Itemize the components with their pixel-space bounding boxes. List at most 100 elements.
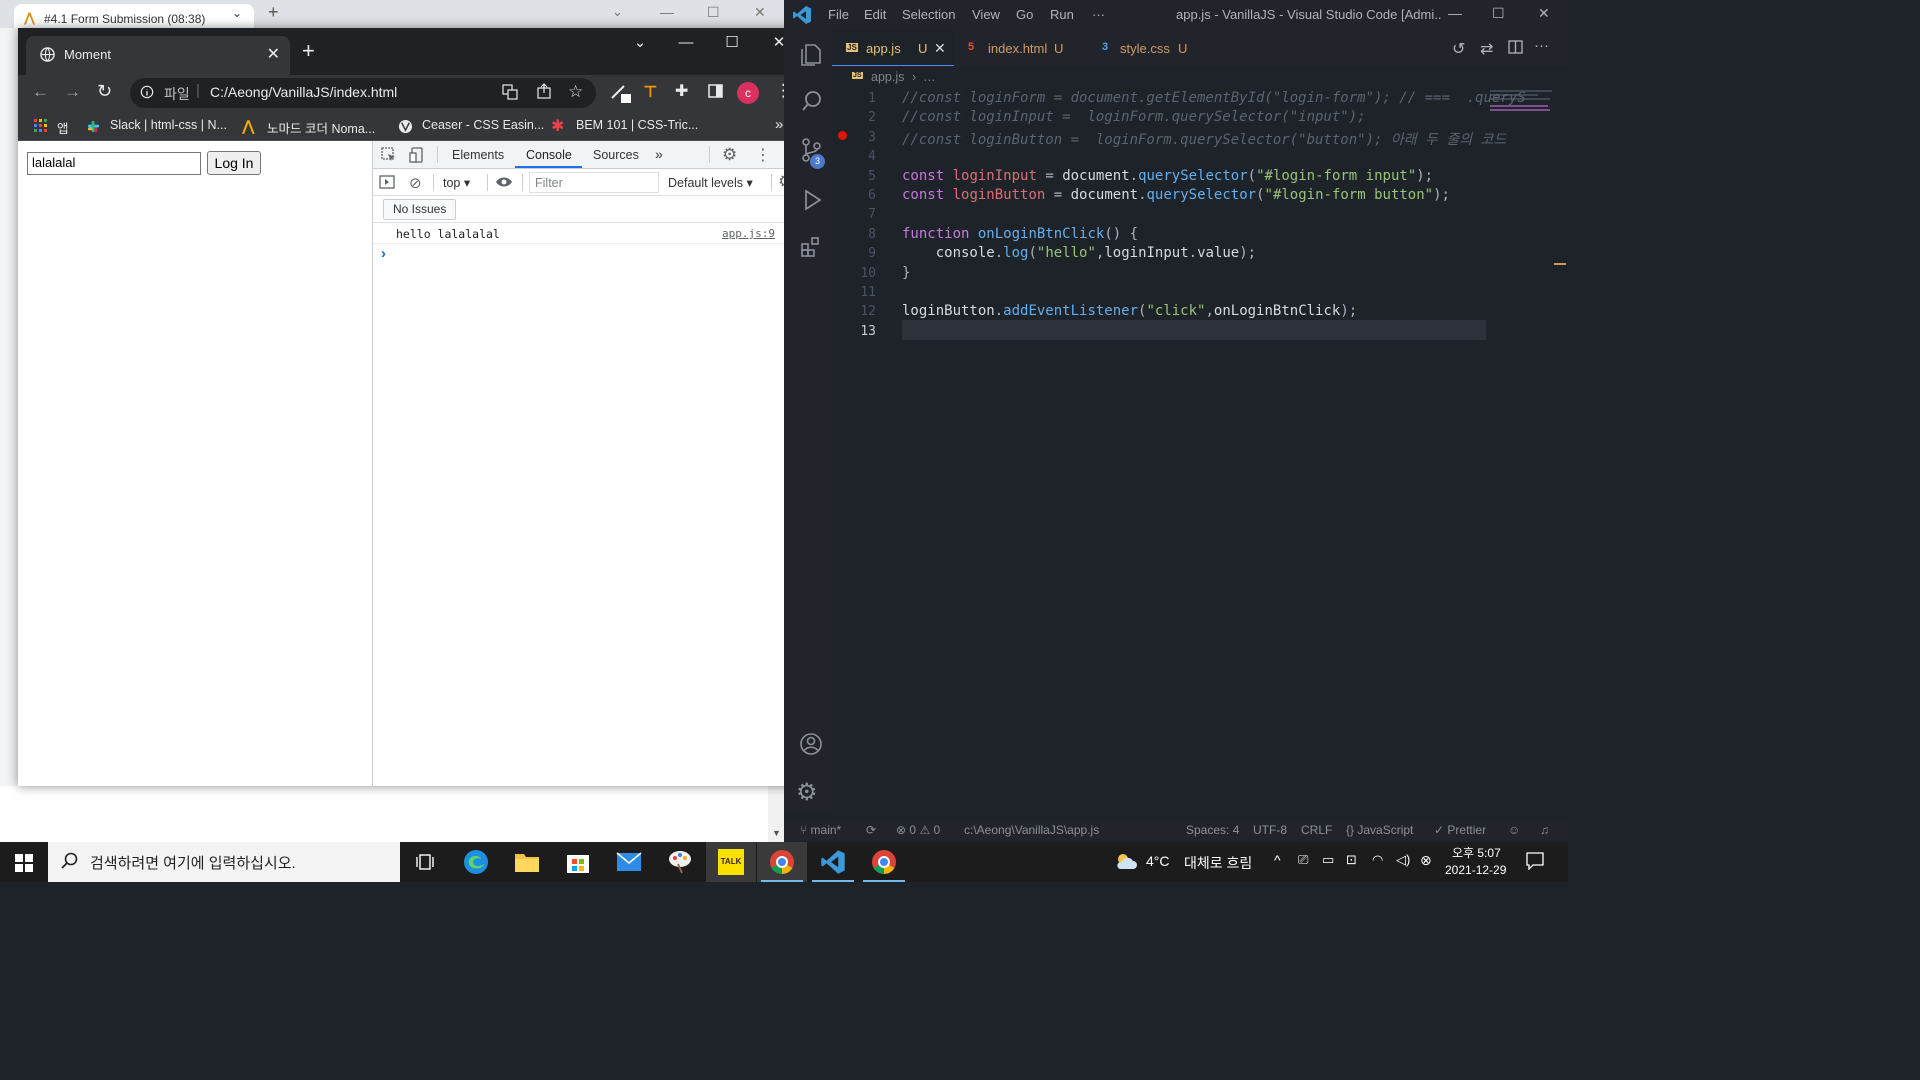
device-toolbar-icon[interactable]: [409, 147, 425, 163]
mail-icon[interactable]: [604, 842, 654, 882]
clock-time[interactable]: 오후 5:07: [1452, 844, 1501, 861]
bookmark-ceaser[interactable]: Ceaser - CSS Easin...: [422, 118, 544, 132]
side-panel-icon[interactable]: [708, 84, 723, 98]
back-arrow-icon[interactable]: ←: [32, 82, 49, 102]
problems-indicator[interactable]: ⊗ 0 ⚠ 0: [896, 823, 940, 837]
background-tab-close-icon[interactable]: ⌄: [232, 6, 242, 20]
language-mode[interactable]: {} JavaScript: [1346, 823, 1413, 837]
bookmark-apps[interactable]: 앱: [57, 118, 69, 137]
console-log-source-link[interactable]: app.js:9: [722, 227, 775, 240]
address-bar[interactable]: 파일 | C:/Aeong/VanillaJS/index.html ☆: [130, 78, 596, 108]
weather-description[interactable]: 대체로 흐림: [1184, 853, 1252, 873]
menu-selection[interactable]: Selection: [902, 7, 955, 22]
share-icon[interactable]: [536, 83, 552, 99]
background-tab-search-icon[interactable]: ⌄: [612, 4, 623, 20]
extensions-icon[interactable]: [800, 236, 822, 258]
clock-date[interactable]: 2021-12-29: [1445, 863, 1506, 877]
devtools-menu-icon[interactable]: ⋮: [755, 145, 771, 165]
volume-icon[interactable]: ◁): [1396, 852, 1410, 868]
translate-icon[interactable]: [502, 84, 518, 100]
task-view-icon[interactable]: [400, 842, 450, 882]
background-minimize-icon[interactable]: —: [660, 4, 674, 20]
vscode-maximize-icon[interactable]: ☐: [1492, 5, 1505, 22]
bookmark-bem[interactable]: BEM 101 | CSS-Tric...: [576, 118, 698, 132]
run-debug-icon[interactable]: [800, 188, 822, 212]
maximize-icon[interactable]: ☐: [709, 28, 755, 58]
menu-view[interactable]: View: [972, 7, 1000, 22]
accounts-icon[interactable]: [799, 732, 823, 756]
inspect-element-icon[interactable]: [381, 147, 397, 163]
login-button[interactable]: Log In: [207, 151, 261, 175]
bookmark-star-icon[interactable]: ☆: [568, 82, 583, 102]
tab-console[interactable]: Console: [526, 148, 572, 162]
code-line[interactable]: //const loginForm = document.getElementB…: [902, 90, 1526, 106]
vscode-close-icon[interactable]: ✕: [1538, 5, 1550, 22]
manage-gear-icon[interactable]: ⚙: [796, 781, 818, 805]
input-method-icon[interactable]: ⊗: [1420, 852, 1432, 869]
branch-indicator[interactable]: ⑂ main*: [800, 823, 841, 837]
clear-console-icon[interactable]: ⊘: [409, 174, 422, 192]
meet-now-icon[interactable]: ⎚: [1298, 852, 1308, 868]
tray-overflow-chevron-icon[interactable]: ^: [1274, 852, 1281, 868]
minimap[interactable]: [1490, 88, 1566, 114]
timeline-icon[interactable]: ↺: [1452, 39, 1465, 59]
battery-icon[interactable]: ▭: [1322, 852, 1334, 868]
windows-start-icon[interactable]: [15, 854, 33, 872]
show-sidebar-icon[interactable]: [379, 175, 395, 189]
weather-cloud-icon[interactable]: [1114, 852, 1138, 870]
tab-style-css[interactable]: 3 style.css U: [1086, 30, 1216, 66]
console-filter-input[interactable]: Filter: [529, 172, 659, 193]
line-ending[interactable]: CRLF: [1301, 823, 1332, 837]
wifi-icon[interactable]: ◠: [1372, 852, 1383, 868]
code-line[interactable]: //const loginButton = loginForm.querySel…: [902, 129, 1506, 149]
breadcrumb-file[interactable]: app.js: [871, 70, 904, 84]
search-icon[interactable]: [802, 90, 822, 112]
indentation[interactable]: Spaces: 4: [1186, 823, 1239, 837]
tab-sources[interactable]: Sources: [593, 148, 639, 162]
no-issues-button[interactable]: No Issues: [383, 199, 457, 220]
kakaotalk-icon[interactable]: TALK: [706, 842, 756, 882]
info-icon[interactable]: [140, 85, 154, 99]
code-line[interactable]: console.log("hello",loginInput.value);: [902, 245, 1256, 261]
bookmark-nomad-coders[interactable]: 노마드 코더 Noma...: [267, 118, 375, 137]
extension-pen-icon[interactable]: [610, 82, 632, 104]
file-explorer-icon[interactable]: [502, 842, 552, 882]
vscode-minimize-icon[interactable]: —: [1448, 5, 1462, 21]
notifications-bell-icon[interactable]: ♫: [1540, 823, 1549, 837]
chrome-profile-taskbar-icon[interactable]: [859, 842, 909, 882]
vscode-taskbar-icon[interactable]: [808, 842, 858, 882]
menu-go[interactable]: Go: [1016, 7, 1033, 22]
extension-hammer-icon[interactable]: ⊤: [643, 82, 658, 102]
background-close-icon[interactable]: ✕: [754, 4, 766, 21]
tab-close-icon[interactable]: ✕: [934, 40, 946, 57]
minimize-icon[interactable]: —: [663, 28, 709, 58]
tab-app-js[interactable]: JS app.js U ✕: [832, 30, 954, 66]
menu-edit[interactable]: Edit: [864, 7, 886, 22]
bookmark-slack[interactable]: Slack | html-css | N...: [110, 118, 227, 132]
tab-search-icon[interactable]: ⌄: [617, 28, 663, 58]
action-center-icon[interactable]: [1526, 852, 1544, 870]
code-line[interactable]: const loginInput = document.querySelecto…: [902, 168, 1433, 184]
code-line[interactable]: //const loginInput = loginForm.querySele…: [902, 109, 1366, 125]
explorer-files-icon[interactable]: [800, 43, 822, 67]
compare-changes-icon[interactable]: ⇄: [1480, 39, 1493, 59]
menu-run[interactable]: Run: [1050, 7, 1074, 22]
taskbar-search-box[interactable]: 검색하려면 여기에 입력하십시오.: [48, 842, 400, 882]
live-expression-eye-icon[interactable]: [495, 175, 513, 189]
profile-avatar[interactable]: c: [737, 82, 759, 104]
log-levels-selector[interactable]: Default levels ▾: [668, 175, 753, 190]
code-line[interactable]: loginButton.addEventListener("click",onL…: [902, 303, 1357, 319]
ms-store-icon[interactable]: [553, 842, 603, 882]
background-maximize-icon[interactable]: ☐: [707, 4, 720, 21]
reload-icon[interactable]: ↻: [97, 81, 112, 102]
menu-more[interactable]: ···: [1092, 7, 1105, 22]
edge-browser-icon[interactable]: [451, 842, 501, 882]
weather-temperature[interactable]: 4°C: [1146, 853, 1170, 869]
chrome-active-tab[interactable]: Moment ✕: [26, 36, 290, 75]
apps-grid-icon[interactable]: [34, 119, 48, 133]
display-icon[interactable]: ⊡: [1346, 852, 1357, 868]
tab-elements[interactable]: Elements: [452, 148, 504, 162]
background-new-tab-icon[interactable]: +: [268, 2, 279, 23]
code-line[interactable]: const loginButton = document.querySelect…: [902, 187, 1450, 203]
sync-icon[interactable]: ⟳: [866, 823, 876, 837]
